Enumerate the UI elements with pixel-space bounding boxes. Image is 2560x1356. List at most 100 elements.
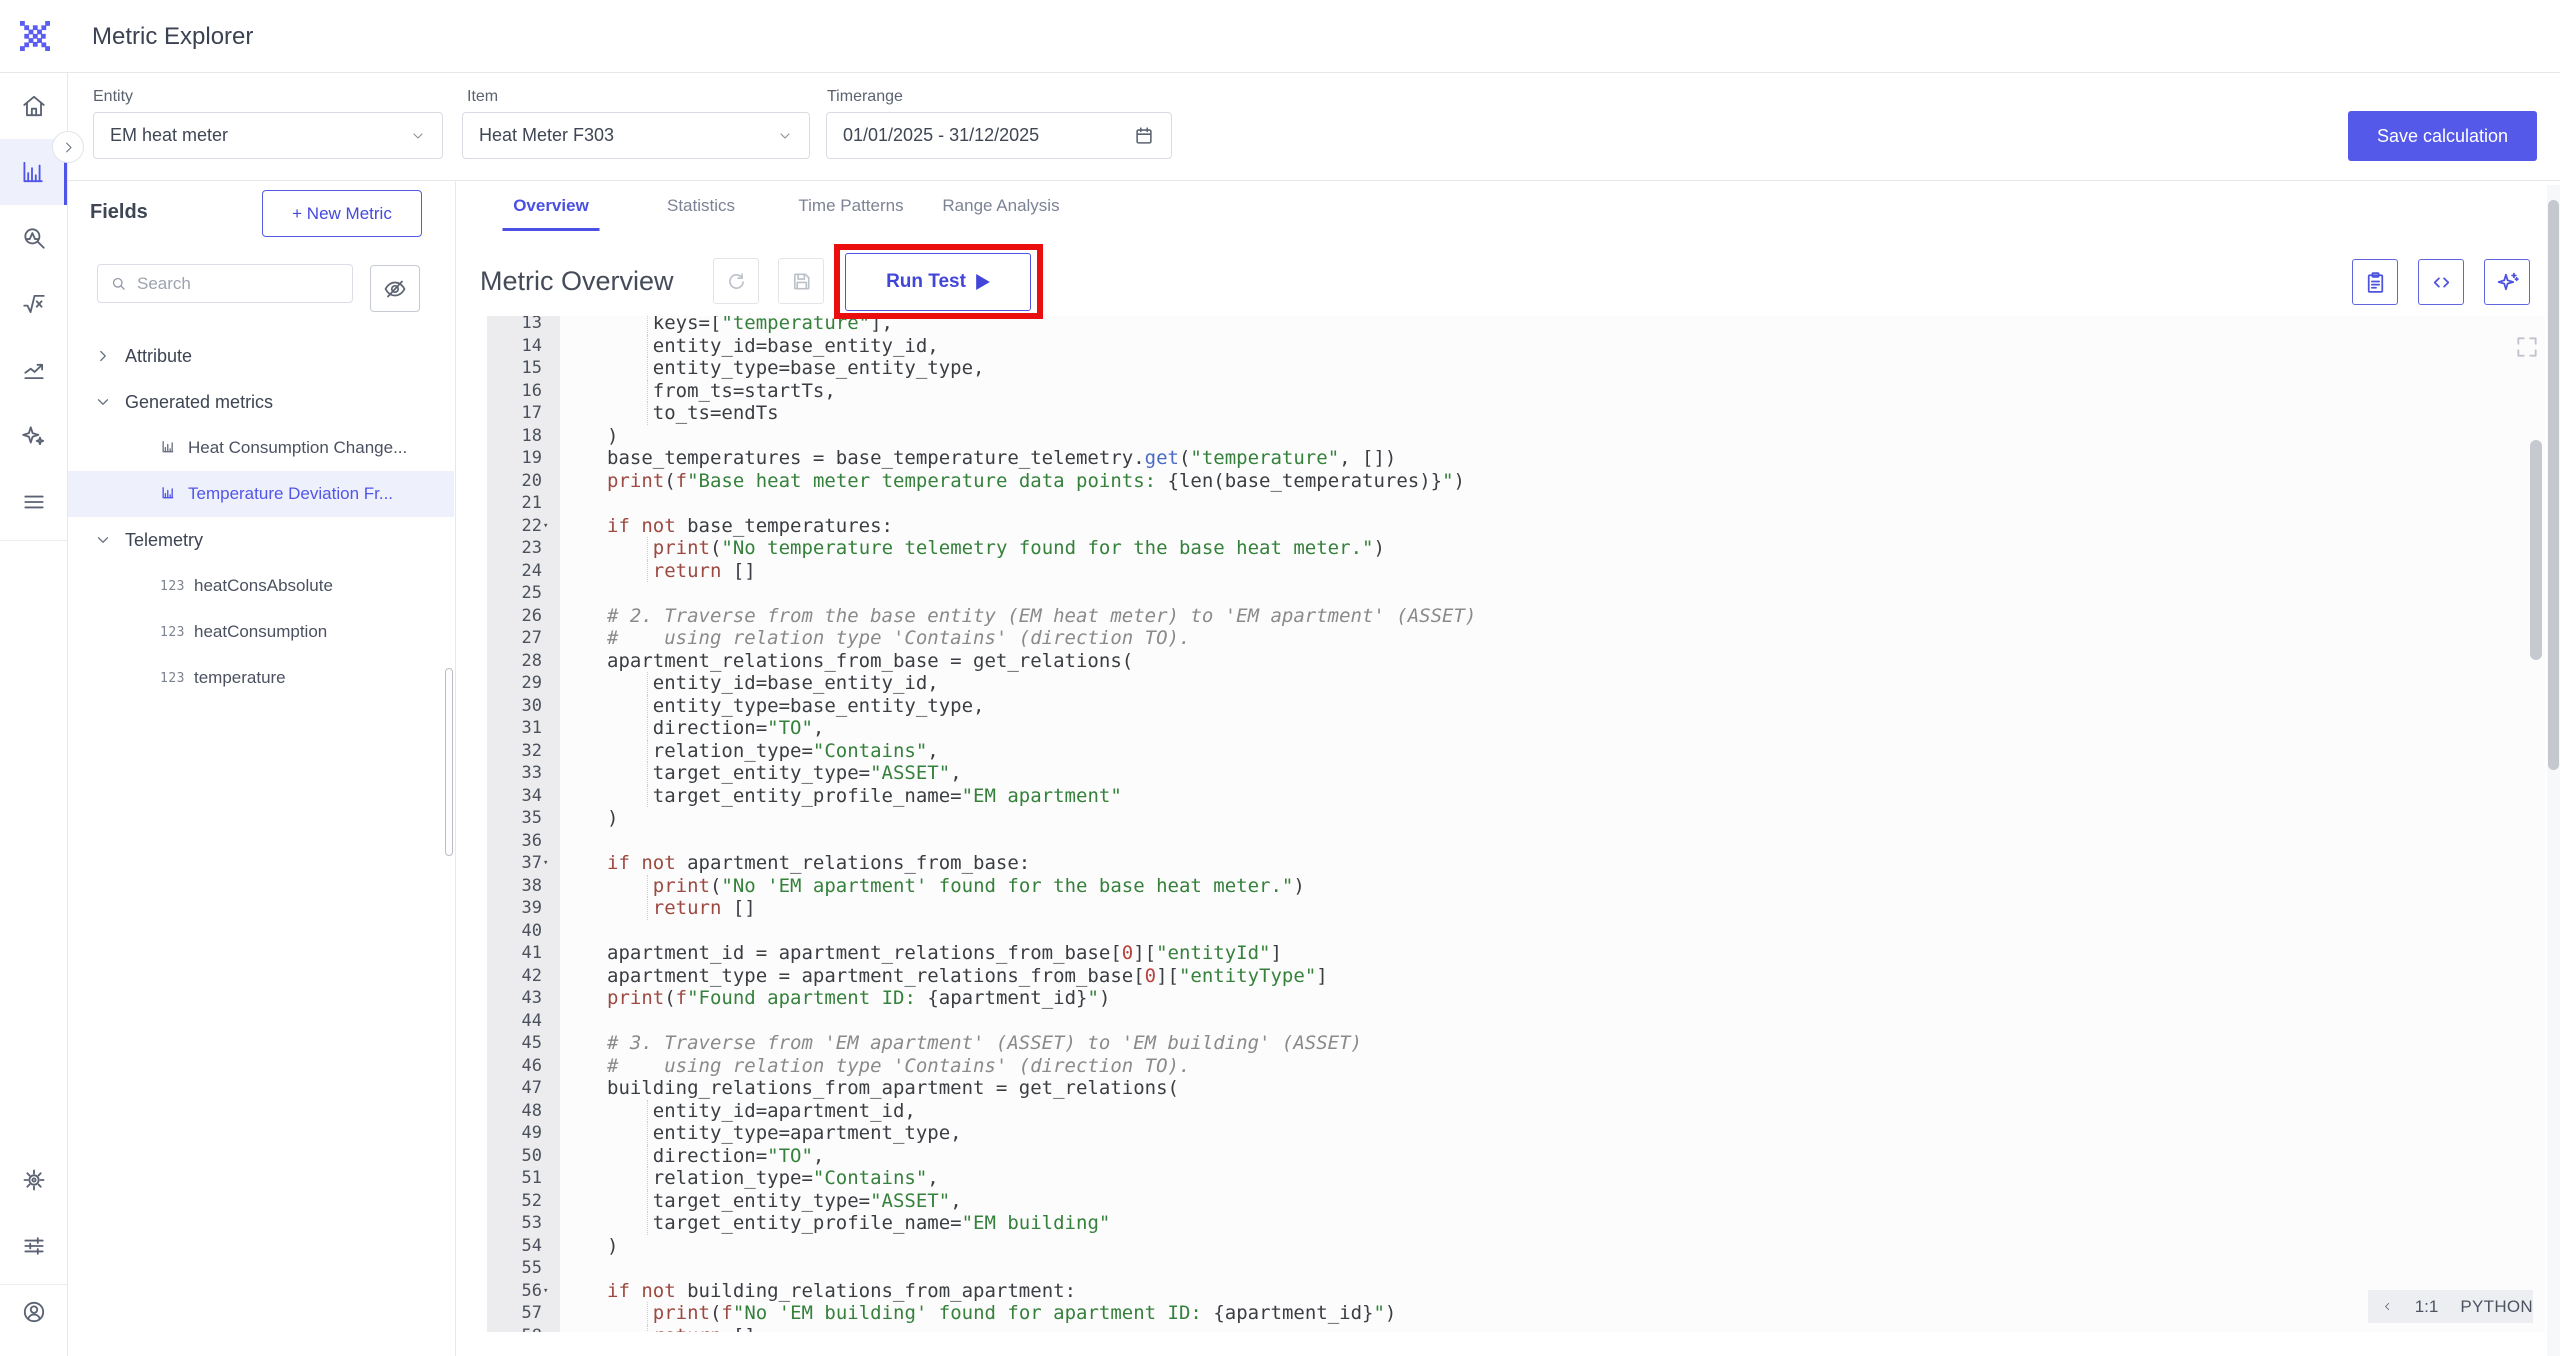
tab-range-analysis[interactable]: Range Analysis xyxy=(926,181,1076,231)
sidebar-item-search-anomaly[interactable] xyxy=(0,205,67,271)
tab-overview[interactable]: Overview xyxy=(476,181,626,231)
code-text: apartment_relations_from_base = get_rela… xyxy=(560,650,2545,673)
fullscreen-icon[interactable] xyxy=(2514,334,2540,360)
tree-category-attribute[interactable]: Attribute xyxy=(68,333,454,379)
entity-select[interactable]: EM heat meter xyxy=(93,112,443,159)
code-line[interactable]: 47building_relations_from_apartment = ge… xyxy=(487,1077,2545,1100)
sidebar-item-menu[interactable] xyxy=(0,469,67,535)
fold-marker-icon[interactable]: ▾ xyxy=(543,852,548,875)
code-text: entity_id=apartment_id, xyxy=(560,1100,2545,1123)
tree-category-generated-metrics[interactable]: Generated metrics xyxy=(68,379,454,425)
code-line[interactable]: 29 entity_id=base_entity_id, xyxy=(487,672,2545,695)
code-line[interactable]: 23 print("No temperature telemetry found… xyxy=(487,537,2545,560)
code-text: ) xyxy=(560,425,2545,448)
code-line[interactable]: 39 return [] xyxy=(487,897,2545,920)
save-metric-button[interactable] xyxy=(778,258,824,304)
new-metric-button[interactable]: + New Metric xyxy=(262,190,422,237)
code-line[interactable]: 36 xyxy=(487,830,2545,853)
sidebar-item-sqrt-function[interactable] xyxy=(0,271,67,337)
code-line[interactable]: 48 entity_id=apartment_id, xyxy=(487,1100,2545,1123)
code-line[interactable]: 57 print(f"No 'EM building' found for ap… xyxy=(487,1302,2545,1325)
editor-scrollbar-thumb[interactable] xyxy=(2530,440,2542,660)
tree-category-telemetry[interactable]: Telemetry xyxy=(68,517,454,563)
tree-item[interactable]: 123heatConsumption xyxy=(68,609,454,655)
code-line[interactable]: 40 xyxy=(487,920,2545,943)
line-number: 56▾ xyxy=(487,1280,560,1303)
tab-time-patterns[interactable]: Time Patterns xyxy=(776,181,926,231)
code-line[interactable]: 44 xyxy=(487,1010,2545,1033)
code-line[interactable]: 37▾if not apartment_relations_from_base: xyxy=(487,852,2545,875)
fold-marker-icon[interactable]: ▾ xyxy=(543,1280,548,1303)
indent-guide xyxy=(647,560,648,583)
fields-panel-scrollbar[interactable] xyxy=(445,668,453,856)
code-line[interactable]: 18) xyxy=(487,425,2545,448)
tree-item[interactable]: 123temperature xyxy=(68,655,454,701)
code-line[interactable]: 13 keys=["temperature"], xyxy=(487,316,2545,335)
code-line[interactable]: 38 print("No 'EM apartment' found for th… xyxy=(487,875,2545,898)
search-input[interactable] xyxy=(137,274,340,294)
copy-clipboard-button[interactable] xyxy=(2352,259,2398,305)
sidebar-item-sliders[interactable] xyxy=(0,1213,67,1279)
code-line[interactable]: 51 relation_type="Contains", xyxy=(487,1167,2545,1190)
code-line[interactable]: 41apartment_id = apartment_relations_fro… xyxy=(487,942,2545,965)
fold-marker-icon[interactable]: ▾ xyxy=(543,515,548,538)
sidebar-item-user[interactable] xyxy=(0,1279,67,1345)
code-line[interactable]: 58 return [] xyxy=(487,1325,2545,1333)
save-calculation-button[interactable]: Save calculation xyxy=(2348,111,2537,161)
code-line[interactable]: 42apartment_type = apartment_relations_f… xyxy=(487,965,2545,988)
sidebar-item-sparkles[interactable] xyxy=(0,403,67,469)
code-view-button[interactable] xyxy=(2418,259,2464,305)
sidebar-item-home[interactable] xyxy=(0,73,67,139)
sidebar-item-trend[interactable] xyxy=(0,337,67,403)
sidebar-item-gear[interactable] xyxy=(0,1147,67,1213)
code-line[interactable]: 28apartment_relations_from_base = get_re… xyxy=(487,650,2545,673)
code-line[interactable]: 55 xyxy=(487,1257,2545,1280)
refresh-button[interactable] xyxy=(713,258,759,304)
code-line[interactable]: 34 target_entity_profile_name="EM apartm… xyxy=(487,785,2545,808)
code-line[interactable]: 14 entity_id=base_entity_id, xyxy=(487,335,2545,358)
code-line[interactable]: 50 direction="TO", xyxy=(487,1145,2545,1168)
tree-item[interactable]: 123heatConsAbsolute xyxy=(68,563,454,609)
code-line[interactable]: 25 xyxy=(487,582,2545,605)
code-line[interactable]: 54) xyxy=(487,1235,2545,1258)
code-line[interactable]: 22▾if not base_temperatures: xyxy=(487,515,2545,538)
tree-item[interactable]: Heat Consumption Change... xyxy=(68,425,454,471)
toggle-visibility-button[interactable] xyxy=(370,265,420,312)
code-line[interactable]: 56▾if not building_relations_from_apartm… xyxy=(487,1280,2545,1303)
code-line[interactable]: 30 entity_type=base_entity_type, xyxy=(487,695,2545,718)
code-line[interactable]: 20print(f"Base heat meter temperature da… xyxy=(487,470,2545,493)
chevron-left-icon[interactable] xyxy=(2382,1299,2393,1314)
code-line[interactable]: 24 return [] xyxy=(487,560,2545,583)
code-line[interactable]: 45# 3. Traverse from 'EM apartment' (ASS… xyxy=(487,1032,2545,1055)
code-line[interactable]: 53 target_entity_profile_name="EM buildi… xyxy=(487,1212,2545,1235)
fields-panel-title: Fields xyxy=(90,201,148,224)
code-line[interactable]: 27# using relation type 'Contains' (dire… xyxy=(487,627,2545,650)
code-line[interactable]: 16 from_ts=startTs, xyxy=(487,380,2545,403)
page-scrollbar-thumb[interactable] xyxy=(2548,200,2559,770)
code-editor[interactable]: 13 keys=["temperature"],14 entity_id=bas… xyxy=(487,316,2545,1332)
item-select[interactable]: Heat Meter F303 xyxy=(462,112,810,159)
page-scrollbar[interactable] xyxy=(2547,185,2560,1356)
code-line[interactable]: 31 direction="TO", xyxy=(487,717,2545,740)
line-number: 13 xyxy=(487,316,560,335)
code-line[interactable]: 32 relation_type="Contains", xyxy=(487,740,2545,763)
timerange-picker[interactable]: 01/01/2025 - 31/12/2025 xyxy=(826,112,1172,159)
code-line[interactable]: 26# 2. Traverse from the base entity (EM… xyxy=(487,605,2545,628)
tab-statistics[interactable]: Statistics xyxy=(626,181,776,231)
code-line[interactable]: 43print(f"Found apartment ID: {apartment… xyxy=(487,987,2545,1010)
code-line[interactable]: 52 target_entity_type="ASSET", xyxy=(487,1190,2545,1213)
code-line[interactable]: 33 target_entity_type="ASSET", xyxy=(487,762,2545,785)
code-line[interactable]: 17 to_ts=endTs xyxy=(487,402,2545,425)
tree-item[interactable]: Temperature Deviation Fr... xyxy=(68,471,454,517)
ai-assist-button[interactable] xyxy=(2484,259,2530,305)
code-line[interactable]: 21 xyxy=(487,492,2545,515)
run-test-button[interactable]: Run Test xyxy=(845,253,1031,311)
code-line[interactable]: 49 entity_type=apartment_type, xyxy=(487,1122,2545,1145)
code-line[interactable]: 46# using relation type 'Contains' (dire… xyxy=(487,1055,2545,1078)
sidebar-expand-button[interactable] xyxy=(52,131,84,163)
code-line[interactable]: 19base_temperatures = base_temperature_t… xyxy=(487,447,2545,470)
code-line[interactable]: 15 entity_type=base_entity_type, xyxy=(487,357,2545,380)
code-text: to_ts=endTs xyxy=(560,402,2545,425)
code-line[interactable]: 35) xyxy=(487,807,2545,830)
field-search[interactable] xyxy=(97,264,353,303)
